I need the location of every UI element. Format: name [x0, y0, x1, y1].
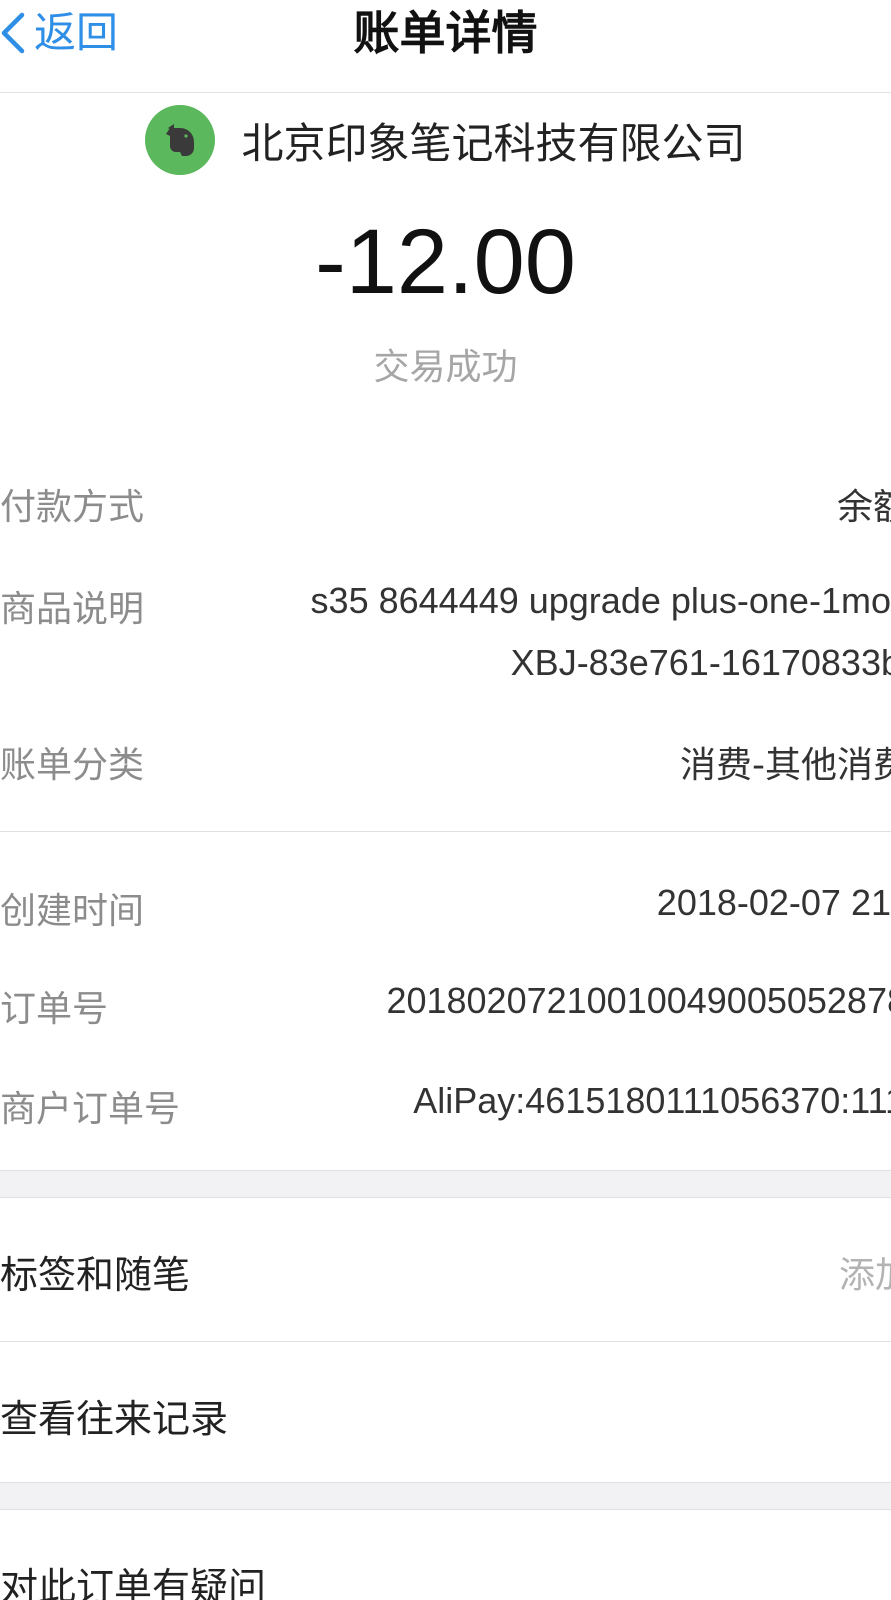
- meta-label: 创建时间: [0, 891, 145, 932]
- detail-label: 账单分类: [0, 745, 145, 786]
- order-question-row[interactable]: 对此订单有疑问: [0, 1510, 891, 1600]
- nav-bar: 返回 账单详情: [0, 0, 891, 93]
- amount: -12.00: [315, 211, 576, 313]
- section-gap: [0, 1170, 891, 1198]
- detail-label: 付款方式: [0, 487, 145, 528]
- status-text: 交易成功: [373, 347, 518, 388]
- merchant-name: 北京印象笔记科技有限公司: [241, 118, 746, 168]
- meta-row-order-no: 订单号 20180207210010049005052878: [0, 980, 891, 1030]
- evernote-elephant-icon: [145, 105, 216, 175]
- meta-label: 订单号: [0, 989, 109, 1030]
- detail-row-description: 商品说明 s35 8644449 upgrade plus-one-1mon X…: [0, 580, 891, 690]
- detail-row-payment: 付款方式 余额: [0, 478, 891, 528]
- meta-label: 商户订单号: [0, 1089, 181, 1130]
- page-title: 账单详情: [353, 6, 538, 60]
- section-gap: [0, 1482, 891, 1510]
- tags-notes-label: 标签和随笔: [0, 1253, 191, 1297]
- divider: [0, 831, 891, 832]
- meta-value: AliPay:4615180111056370:111: [413, 1080, 891, 1121]
- meta-row-merchant-order-no: 商户订单号 AliPay:4615180111056370:111: [0, 1080, 891, 1130]
- order-question-label: 对此订单有疑问: [0, 1565, 267, 1600]
- meta-value: 2018-02-07 21:: [656, 882, 891, 923]
- detail-label: 商品说明: [0, 589, 145, 630]
- bill-detail-page: 返回 账单详情 北京印象笔记科技有限公司 -12.00 交易成功 付款方式 余额…: [0, 0, 891, 1600]
- view-history-label: 查看往来记录: [0, 1397, 229, 1441]
- meta-row-created: 创建时间 2018-02-07 21:: [0, 882, 891, 932]
- detail-value: s35 8644449 upgrade plus-one-1mon: [310, 580, 891, 621]
- tags-notes-row[interactable]: 标签和随笔 添加: [0, 1198, 891, 1338]
- detail-value: 余额: [836, 487, 891, 528]
- meta-value: 20180207210010049005052878: [386, 980, 891, 1021]
- add-hint: 添加: [838, 1255, 891, 1296]
- detail-value: 消费-其他消费: [680, 745, 891, 786]
- detail-row-category: 账单分类 消费-其他消费: [0, 736, 891, 786]
- view-history-row[interactable]: 查看往来记录: [0, 1342, 891, 1482]
- detail-value-line2: XBJ-83e761-16170833b: [510, 642, 891, 683]
- merchant-header: 北京印象笔记科技有限公司: [0, 104, 891, 176]
